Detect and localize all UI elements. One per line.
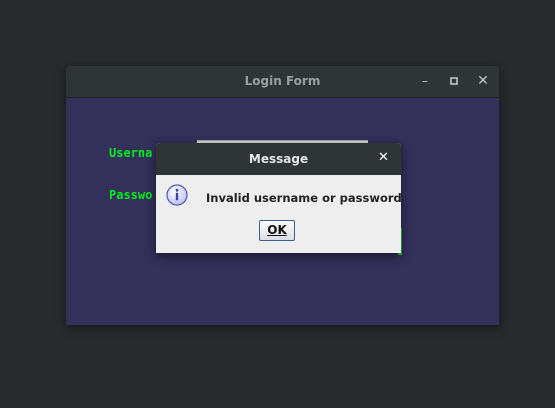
window-titlebar[interactable]: Login Form – ✕ <box>66 66 499 98</box>
ok-button[interactable]: OK <box>259 220 295 241</box>
ok-button-label: OK <box>267 223 287 237</box>
message-dialog: Message ✕ Invalid username or password O… <box>156 143 402 253</box>
desktop: Login Form – ✕ Userna Passwo Message ✕ I… <box>0 0 555 408</box>
password-label: Passwo <box>109 188 153 202</box>
dialog-message: Invalid username or password <box>206 191 402 205</box>
info-icon <box>166 184 188 206</box>
dialog-title: Message <box>248 152 309 166</box>
dialog-close-button[interactable]: ✕ <box>378 150 389 165</box>
username-label: Userna <box>109 146 153 160</box>
window-close-button[interactable]: ✕ <box>474 72 492 90</box>
maximize-button[interactable] <box>445 72 463 90</box>
dialog-titlebar[interactable]: Message ✕ <box>156 143 401 175</box>
maximize-icon <box>450 77 458 85</box>
window-title: Login Form <box>244 74 321 88</box>
minimize-button[interactable]: – <box>416 72 434 90</box>
